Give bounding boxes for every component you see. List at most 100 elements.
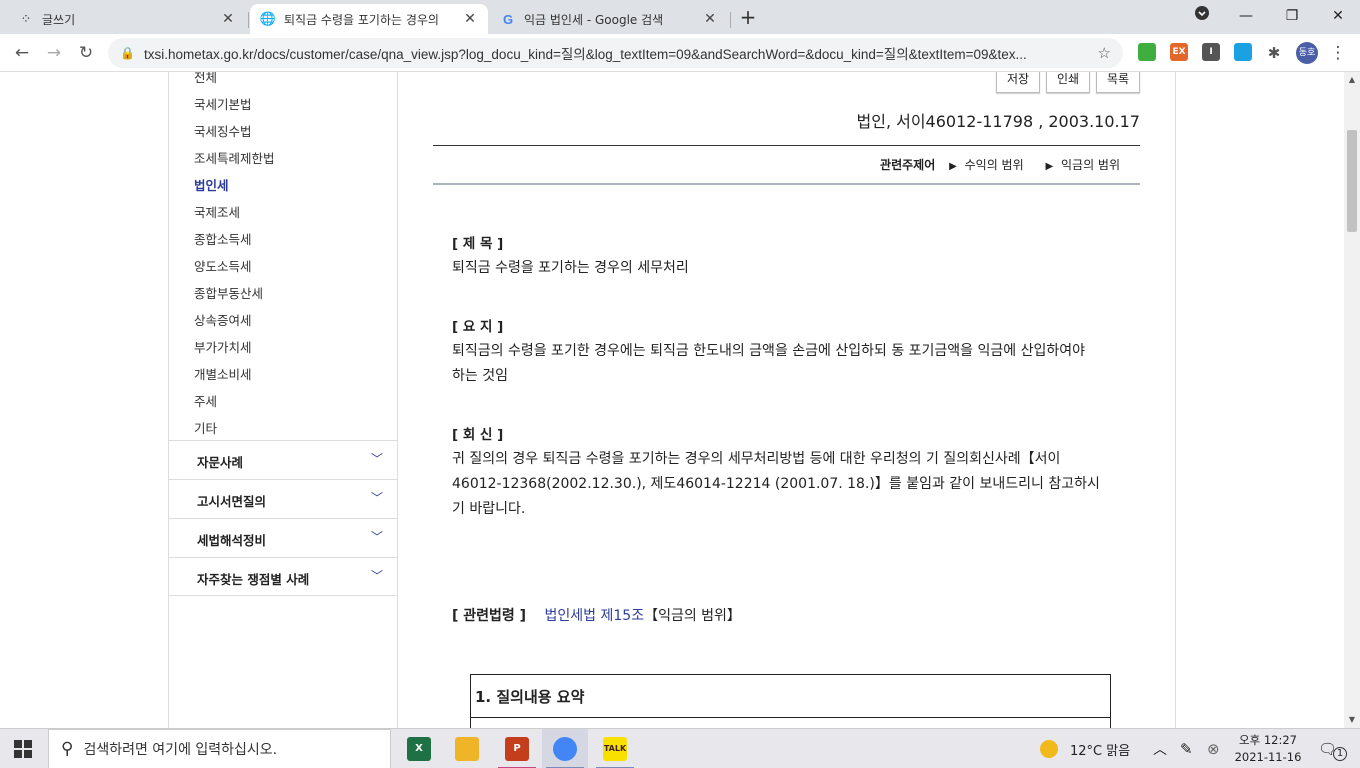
sidebar-item-inheritance-tax[interactable]: 상속증여세 xyxy=(194,310,252,329)
related-law-link[interactable]: 법인세법 제15조 xyxy=(545,608,645,624)
sidebar-item-vat[interactable]: 부가가치세 xyxy=(194,337,252,356)
chevron-down-icon: ﹀ xyxy=(371,452,384,466)
sidebar-item-all[interactable]: 전체 xyxy=(194,72,217,86)
section-reply-text: 귀 질의의 경우 퇴직금 수령을 포기하는 경우의 세무처리방법 등에 대한 우… xyxy=(452,451,1100,517)
powerpoint-icon: P xyxy=(505,737,529,761)
sidebar-group-notice-inquiry[interactable]: 고시서면질의 ﹀ xyxy=(169,479,397,518)
minimize-icon[interactable]: — xyxy=(1226,4,1266,28)
section-reply-head: [ 회 신 ] xyxy=(452,427,504,443)
pen-icon[interactable]: ✎ xyxy=(1180,729,1193,768)
bookmark-star-icon[interactable]: ☆ xyxy=(1098,44,1111,62)
save-button[interactable]: 저장 xyxy=(996,72,1040,93)
taskbar-search[interactable]: ⚲ 검색하려면 여기에 입력하십시오. xyxy=(48,729,391,768)
sidebar-item-collection-law[interactable]: 국세징수법 xyxy=(194,121,252,140)
sidebar-group-advisory[interactable]: 자문사례 ﹀ xyxy=(169,440,397,479)
close-icon[interactable]: ✕ xyxy=(462,11,478,27)
section-summary-head: [ 요 지 ] xyxy=(452,319,504,335)
reload-icon[interactable]: ↻ xyxy=(74,41,98,65)
chevron-down-icon: ﹀ xyxy=(371,569,384,583)
notification-center[interactable]: 🗨 1 xyxy=(1318,729,1348,768)
group-label: 고시서면질의 xyxy=(197,494,267,509)
extension-ex-icon[interactable]: EX xyxy=(1170,43,1188,61)
url-text[interactable]: txsi.hometax.go.kr/docs/customer/case/qn… xyxy=(144,43,1098,63)
sidebar-item-basic-law[interactable]: 국세기본법 xyxy=(194,94,252,113)
web-page: 전체 국세기본법 국세징수법 조세특례제한법 법인세 국제조세 종합소득세 양도… xyxy=(0,72,1344,728)
excel-icon: X xyxy=(407,737,431,761)
taskbar-search-placeholder: 검색하려면 여기에 입력하십시오. xyxy=(83,742,278,758)
browser-toolbar: ← → ↻ 🔒 txsi.hometax.go.kr/docs/customer… xyxy=(0,34,1360,72)
tab-title: 글쓰기 xyxy=(42,12,76,27)
tray-expand-icon[interactable]: ︿ xyxy=(1153,729,1167,768)
taskbar-powerpoint[interactable]: P xyxy=(494,729,540,768)
windows-start-icon[interactable] xyxy=(14,740,32,758)
page-border-right xyxy=(1175,72,1176,728)
address-bar[interactable]: 🔒 txsi.hometax.go.kr/docs/customer/case/… xyxy=(108,38,1123,68)
weather-widget[interactable]: 12°C 맑음 xyxy=(1040,729,1130,768)
tab-google-search[interactable]: G 익금 법인세 - Google 검색 ✕ xyxy=(490,4,728,34)
sidebar-item-transfer-tax[interactable]: 양도소득세 xyxy=(194,256,252,275)
related-law-suffix: 【익금의 범위】 xyxy=(644,608,741,624)
tab-retirement-pay[interactable]: 🌐 퇴직금 수령을 포기하는 경우의 ✕ xyxy=(250,4,488,34)
extension-green-icon[interactable] xyxy=(1138,43,1156,61)
close-icon[interactable]: ✕ xyxy=(702,11,718,27)
sidebar-item-excise-tax[interactable]: 개별소비세 xyxy=(194,364,252,383)
tab-separator xyxy=(730,12,731,28)
extensions-puzzle-icon[interactable]: ✱ xyxy=(1262,41,1286,65)
extension-blue-icon[interactable] xyxy=(1234,43,1252,61)
group-label: 자주찾는 쟁점별 사례 xyxy=(197,572,310,587)
sidebar-item-property-tax[interactable]: 종합부동산세 xyxy=(194,283,263,302)
scrollbar-thumb[interactable] xyxy=(1347,130,1357,232)
chevron-down-icon: ﹀ xyxy=(371,491,384,505)
network-off-icon[interactable]: ⊗ xyxy=(1207,729,1220,768)
document-reference: 법인, 서이46012-11798 , 2003.10.17 xyxy=(856,112,1141,131)
taskbar-excel[interactable]: X xyxy=(396,729,442,768)
windows-taskbar: ⚲ 검색하려면 여기에 입력하십시오. X P TALK 12°C 맑음 ︿ ✎… xyxy=(0,728,1360,768)
scroll-up-icon[interactable]: ▲ xyxy=(1344,72,1360,88)
kakaotalk-icon: TALK xyxy=(603,737,627,761)
tab-separator xyxy=(248,12,249,28)
menu-kebab-icon[interactable]: ⋮ xyxy=(1326,41,1350,65)
sidebar-item-corporate-tax[interactable]: 법인세 xyxy=(194,175,229,194)
extension-i-icon[interactable]: I xyxy=(1202,43,1220,61)
sidebar-item-special-tax[interactable]: 조세특례제한법 xyxy=(194,148,275,167)
list-button[interactable]: 목록 xyxy=(1096,72,1140,93)
sidebar-item-liquor-tax[interactable]: 주세 xyxy=(194,391,217,410)
section-title-head: [ 제 목 ] xyxy=(452,236,504,252)
clock-date: 2021-11-16 xyxy=(1234,750,1302,764)
scroll-down-icon[interactable]: ▼ xyxy=(1344,712,1360,728)
taskbar-kakaotalk[interactable]: TALK xyxy=(592,729,638,768)
restore-icon[interactable]: ❐ xyxy=(1272,4,1312,28)
related-law-label: [ 관련법령 ] xyxy=(452,608,527,624)
sidebar-item-international-tax[interactable]: 국제조세 xyxy=(194,202,240,221)
divider xyxy=(433,183,1140,185)
sidebar-group-faq-issues[interactable]: 자주찾는 쟁점별 사례 ﹀ xyxy=(169,557,397,596)
forward-icon[interactable]: → xyxy=(42,41,66,65)
sidebar-item-income-tax[interactable]: 종합소득세 xyxy=(194,229,252,248)
sidebar-item-etc[interactable]: 기타 xyxy=(194,418,217,437)
chevron-down-icon: ﹀ xyxy=(371,530,384,544)
summary-table-header: 1. 질의내용 요약 xyxy=(475,688,585,706)
weather-text: 12°C 맑음 xyxy=(1070,743,1131,759)
window-close-icon[interactable]: ✕ xyxy=(1318,4,1358,28)
table-row-divider xyxy=(471,717,1110,718)
profile-avatar[interactable]: 동호 xyxy=(1296,42,1318,64)
lock-icon[interactable]: 🔒 xyxy=(120,46,135,60)
tab-search-icon[interactable] xyxy=(1182,4,1222,28)
new-tab-button[interactable]: + xyxy=(736,6,760,30)
section-title-text: 퇴직금 수령을 포기하는 경우의 세무처리 xyxy=(452,260,689,276)
related-topic-link[interactable]: 수익의 범위 xyxy=(965,158,1024,172)
taskbar-chrome[interactable] xyxy=(542,729,588,768)
tab-write[interactable]: ⁘ 글쓰기 ✕ xyxy=(8,4,246,34)
section-summary-text: 퇴직금의 수령을 포기한 경우에는 퇴직금 한도내의 금액을 손금에 산입하되 … xyxy=(452,343,1085,384)
taskbar-file-explorer[interactable] xyxy=(444,729,490,768)
close-icon[interactable]: ✕ xyxy=(220,11,236,27)
divider xyxy=(433,145,1140,146)
sidebar-group-interpretation[interactable]: 세법해석정비 ﹀ xyxy=(169,518,397,557)
vertical-scrollbar[interactable]: ▲ ▼ xyxy=(1344,72,1360,728)
print-button[interactable]: 인쇄 xyxy=(1046,72,1090,93)
back-icon[interactable]: ← xyxy=(10,41,34,65)
related-topic-link[interactable]: 익금의 범위 xyxy=(1061,158,1120,172)
notification-badge: 1 xyxy=(1333,747,1348,761)
chrome-icon xyxy=(553,737,577,761)
taskbar-clock[interactable]: 오후 12:27 2021-11-16 xyxy=(1230,732,1306,766)
